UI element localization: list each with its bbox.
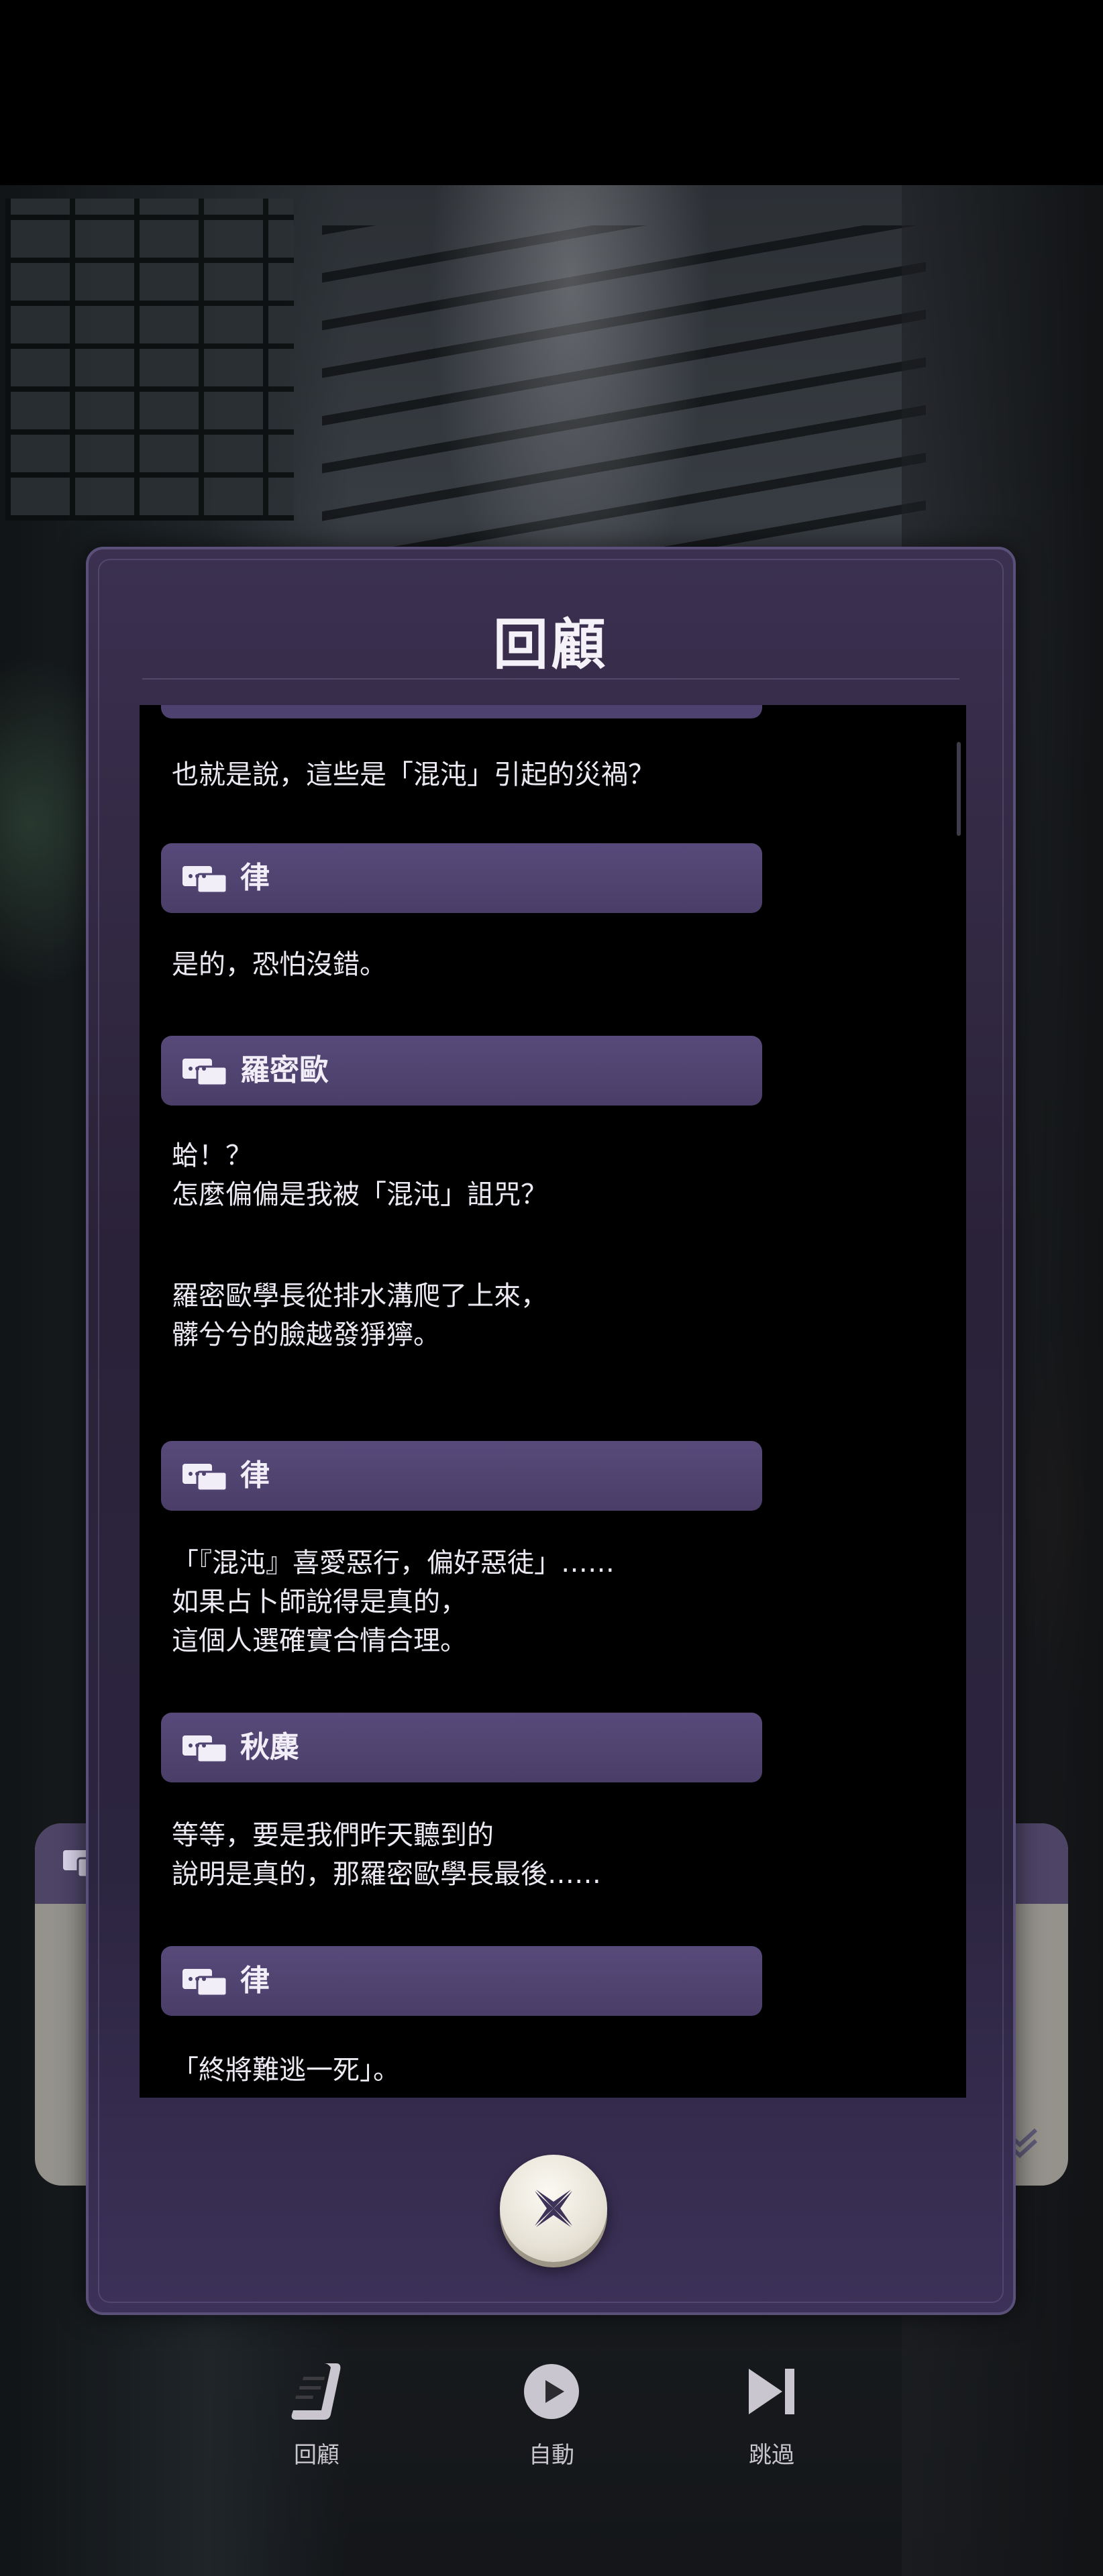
review-label: 回顧 <box>294 2442 339 2469</box>
chat-bubble-icon <box>182 1464 228 1492</box>
log-line: 怎麼偏偏是我被「混沌」詛咒？ <box>172 1179 547 1210</box>
skip-label: 跳過 <box>749 2442 794 2469</box>
speaker-name: 律 <box>240 1964 270 1998</box>
dialogue-log[interactable]: 也就是說，這些是「混沌」引起的災禍？ 律 是的，恐怕沒錯。 羅密歐 蛤！？ 怎麼… <box>140 705 966 2098</box>
skip-icon <box>749 2369 794 2414</box>
speaker-bar: 律 <box>161 1441 762 1511</box>
speaker-bar: 羅密歐 <box>161 1036 762 1106</box>
auto-label: 自動 <box>529 2442 574 2469</box>
speaker-bar-partial <box>161 705 762 718</box>
speaker-name: 羅密歐 <box>240 1053 329 1087</box>
log-line: 說明是真的，那羅密歐學長最後…… <box>172 1859 601 1890</box>
modal-title: 回顧 <box>492 613 609 677</box>
log-line: 等等，要是我們昨天聽到的 <box>172 1820 494 1851</box>
close-button[interactable] <box>500 2155 607 2262</box>
scrollbar-thumb[interactable] <box>957 742 961 836</box>
narration-line: 羅密歐學長從排水溝爬了上來， <box>172 1281 547 1311</box>
log-line: 是的，恐怕沒錯。 <box>172 949 386 980</box>
scrollbar[interactable] <box>957 705 966 2098</box>
review-button[interactable]: 回顧 <box>250 2355 384 2469</box>
title-divider <box>142 678 959 680</box>
log-line: 這個人選確實合情合理。 <box>172 1625 467 1656</box>
log-line: 也就是說，這些是「混沌」引起的災禍？ <box>172 759 655 790</box>
auto-button[interactable]: 自動 <box>484 2355 619 2469</box>
speaker-bar: 律 <box>161 1946 762 2016</box>
log-line: 「終將難逃一死」。 <box>172 2055 400 2086</box>
speaker-name: 律 <box>240 1458 270 1493</box>
top-letterbox <box>0 0 1103 185</box>
log-line: 如果占卜師說得是真的， <box>172 1587 467 1617</box>
narration-line: 髒兮兮的臉越發猙獰。 <box>172 1320 440 1350</box>
log-line: 「『混沌』喜愛惡行，偏好惡徒」…… <box>172 1548 615 1578</box>
review-modal: 回顧 也就是說，這些是「混沌」引起的災禍？ 律 是的，恐怕沒錯。 羅密歐 蛤！？… <box>86 547 1016 2315</box>
speaker-bar: 秋麋 <box>161 1713 762 1782</box>
chat-bubble-icon <box>182 1969 228 1997</box>
chat-bubble-icon <box>182 866 228 894</box>
close-x-icon <box>535 2190 572 2227</box>
play-icon <box>524 2364 579 2419</box>
speaker-name: 秋麋 <box>240 1730 299 1764</box>
log-line: 蛤！？ <box>172 1140 252 1171</box>
chat-bubble-icon <box>182 1735 228 1764</box>
chat-bubble-icon <box>182 1059 228 1087</box>
window-grid <box>5 199 294 521</box>
speaker-name: 律 <box>240 861 270 895</box>
skip-button[interactable]: 跳過 <box>704 2355 839 2469</box>
scroll-icon <box>291 2363 341 2420</box>
speaker-bar: 律 <box>161 843 762 913</box>
